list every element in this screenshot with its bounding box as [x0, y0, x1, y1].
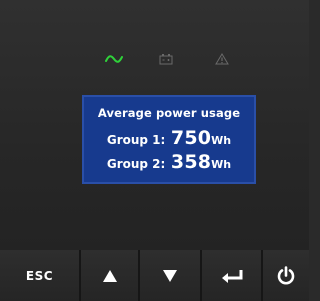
lcd-display: Average power usage Group 1: 750Wh Group…	[82, 95, 256, 184]
ups-front-panel: Average power usage Group 1: 750Wh Group…	[0, 0, 309, 250]
display-title: Average power usage	[97, 106, 241, 120]
warning-icon	[208, 48, 236, 70]
ac-power-icon	[100, 48, 128, 70]
up-button[interactable]	[79, 250, 138, 301]
group-1-unit: Wh	[211, 134, 232, 147]
group-2-label: Group 2:	[106, 157, 166, 171]
power-button[interactable]	[261, 250, 309, 301]
keypad: ESC	[0, 250, 309, 301]
group-1-label: Group 1:	[106, 133, 166, 147]
status-indicators	[0, 48, 309, 70]
group-2-value: 358	[170, 151, 212, 173]
down-arrow-icon	[163, 269, 177, 282]
down-button[interactable]	[138, 250, 200, 301]
power-icon	[277, 265, 295, 284]
group-2-unit: Wh	[211, 158, 232, 171]
esc-button[interactable]: ESC	[0, 250, 79, 301]
group-1-value: 750	[170, 127, 212, 149]
group-1-reading: Group 1: 750Wh	[84, 127, 254, 149]
group-2-reading: Group 2: 358Wh	[84, 151, 254, 173]
esc-label: ESC	[25, 268, 54, 283]
enter-button[interactable]	[200, 250, 261, 301]
up-arrow-icon	[102, 269, 117, 282]
battery-icon	[152, 48, 180, 70]
enter-icon	[221, 269, 242, 283]
